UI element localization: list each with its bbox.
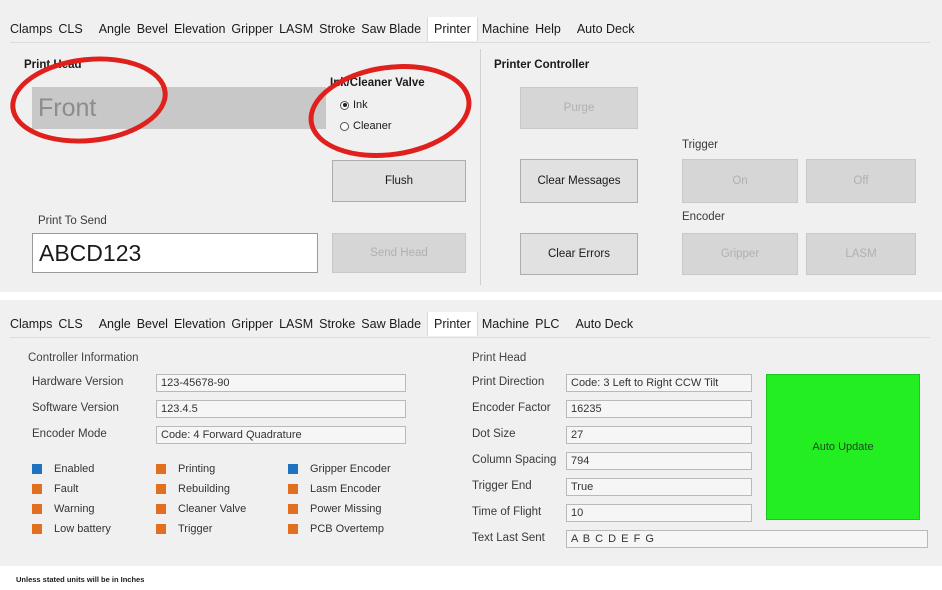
- tab-gripper[interactable]: Gripper: [231, 17, 279, 41]
- trigger-label: Trigger: [682, 139, 718, 151]
- tab-clamps[interactable]: Clamps: [10, 17, 58, 41]
- time-of-flight-label: Time of Flight: [472, 506, 542, 518]
- led-gripper-encoder: [288, 464, 298, 474]
- dot-size-label: Dot Size: [472, 428, 516, 440]
- tab-bevel[interactable]: Bevel: [137, 312, 174, 336]
- software-version-field: 123.4.5: [156, 400, 406, 418]
- section-divider: [480, 49, 481, 285]
- top-tab-bar: Clamps CLS Angle Bevel Elevation Gripper…: [10, 17, 641, 41]
- encoder-gripper-button[interactable]: Gripper: [682, 233, 798, 275]
- led-rebuilding-label: Rebuilding: [178, 483, 230, 495]
- led-power-missing-label: Power Missing: [310, 503, 382, 515]
- hardware-version-field: 123-45678-90: [156, 374, 406, 392]
- tab-printer[interactable]: Printer: [427, 17, 478, 41]
- tab-lasm[interactable]: LASM: [279, 312, 319, 336]
- tab-machine[interactable]: Machine: [478, 312, 535, 336]
- print-direction-field: Code: 3 Left to Right CCW Tilt: [566, 374, 752, 392]
- tab-elevation[interactable]: Elevation: [174, 312, 231, 336]
- tab-lasm[interactable]: LASM: [279, 17, 319, 41]
- tab-saw-blade[interactable]: Saw Blade: [361, 312, 427, 336]
- print-direction-label: Print Direction: [472, 376, 545, 388]
- led-lasm-encoder: [288, 484, 298, 494]
- tab-machine[interactable]: Machine: [478, 17, 535, 41]
- led-fault: [32, 484, 42, 494]
- tab-clamps[interactable]: Clamps: [10, 312, 58, 336]
- led-power-missing: [288, 504, 298, 514]
- led-trigger-label: Trigger: [178, 523, 213, 535]
- tab-gripper[interactable]: Gripper: [231, 312, 279, 336]
- trigger-end-label: Trigger End: [472, 480, 532, 492]
- hardware-version-label: Hardware Version: [32, 376, 124, 388]
- led-printing-label: Printing: [178, 463, 216, 475]
- tab-cls[interactable]: CLS: [58, 312, 88, 336]
- tab-elevation[interactable]: Elevation: [174, 17, 231, 41]
- tab-bevel[interactable]: Bevel: [137, 17, 174, 41]
- time-of-flight-field: 10: [566, 504, 752, 522]
- encoder-factor-label: Encoder Factor: [472, 402, 551, 414]
- led-trigger: [156, 524, 166, 534]
- tab-auto-deck[interactable]: Auto Deck: [577, 17, 641, 41]
- top-panel: Print Head Front Ink/Cleaner Valve Ink C…: [5, 42, 930, 291]
- led-low-battery-label: Low battery: [54, 523, 111, 535]
- led-cleaner-valve-label: Cleaner Valve: [178, 503, 247, 515]
- purge-button[interactable]: Purge: [520, 87, 638, 129]
- tab-plc[interactable]: PLC: [535, 312, 565, 336]
- led-enabled: [32, 464, 42, 474]
- print-to-send-label: Print To Send: [38, 215, 107, 227]
- printer-controller-title: Printer Controller: [494, 59, 590, 71]
- trigger-off-button[interactable]: Off: [806, 159, 916, 203]
- encoder-factor-field: 16235: [566, 400, 752, 418]
- tab-auto-deck[interactable]: Auto Deck: [575, 312, 639, 336]
- footer-note: Unless stated units will be in Inches: [16, 575, 145, 584]
- column-spacing-label: Column Spacing: [472, 454, 557, 466]
- encoder-label: Encoder: [682, 211, 725, 223]
- encoder-lasm-button[interactable]: LASM: [806, 233, 916, 275]
- clear-messages-button[interactable]: Clear Messages: [520, 159, 638, 203]
- bottom-panel: Controller Information Hardware Version …: [10, 337, 930, 568]
- controller-info-title: Controller Information: [28, 352, 139, 364]
- encoder-mode-field: Code: 4 Forward Quadrature: [156, 426, 406, 444]
- led-pcb-overtemp: [288, 524, 298, 534]
- column-spacing-field: 794: [566, 452, 752, 470]
- led-gripper-encoder-label: Gripper Encoder: [310, 463, 391, 475]
- led-enabled-label: Enabled: [54, 463, 95, 475]
- tab-stroke[interactable]: Stroke: [319, 312, 361, 336]
- led-rebuilding: [156, 484, 166, 494]
- tab-printer[interactable]: Printer: [427, 312, 478, 336]
- tab-help[interactable]: Help: [535, 17, 567, 41]
- auto-update-button[interactable]: Auto Update: [766, 374, 920, 520]
- encoder-mode-label: Encoder Mode: [32, 428, 107, 440]
- trigger-end-field: True: [566, 478, 752, 496]
- tab-stroke[interactable]: Stroke: [319, 17, 361, 41]
- screenshot-separator: [0, 292, 942, 300]
- text-last-sent-label: Text Last Sent: [472, 532, 545, 544]
- print-to-send-input[interactable]: ABCD123: [32, 233, 318, 273]
- led-cleaner-valve: [156, 504, 166, 514]
- clear-errors-button[interactable]: Clear Errors: [520, 233, 638, 275]
- bottom-tab-bar: Clamps CLS Angle Bevel Elevation Gripper…: [10, 312, 639, 336]
- led-warning-label: Warning: [54, 503, 95, 515]
- led-printing: [156, 464, 166, 474]
- send-head-button[interactable]: Send Head: [332, 233, 466, 273]
- tab-cls[interactable]: CLS: [58, 17, 88, 41]
- annotation-circle-valve: [302, 54, 478, 168]
- led-lasm-encoder-label: Lasm Encoder: [310, 483, 381, 495]
- led-pcb-overtemp-label: PCB Overtemp: [310, 523, 384, 535]
- dot-size-field: 27: [566, 426, 752, 444]
- led-fault-label: Fault: [54, 483, 79, 495]
- tab-angle[interactable]: Angle: [99, 17, 137, 41]
- trigger-on-button[interactable]: On: [682, 159, 798, 203]
- led-warning: [32, 504, 42, 514]
- tab-saw-blade[interactable]: Saw Blade: [361, 17, 427, 41]
- text-last-sent-field: A B C D E F G: [566, 530, 928, 548]
- tab-angle[interactable]: Angle: [99, 312, 137, 336]
- software-version-label: Software Version: [32, 402, 119, 414]
- led-low-battery: [32, 524, 42, 534]
- flush-button[interactable]: Flush: [332, 160, 466, 202]
- print-head-info-title: Print Head: [472, 352, 527, 364]
